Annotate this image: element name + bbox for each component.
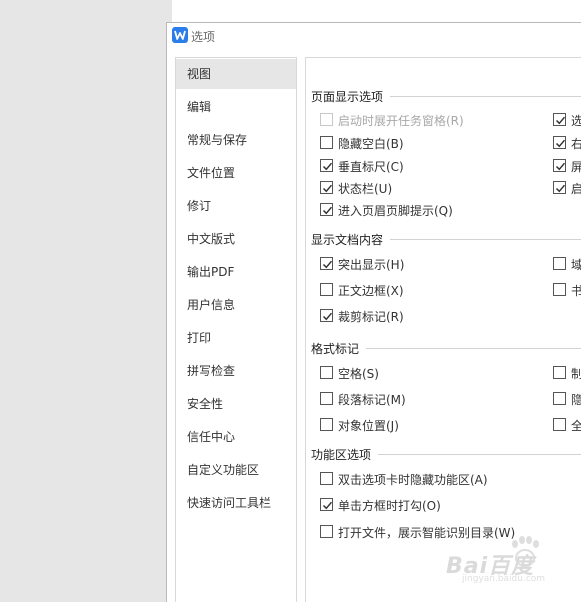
option-label: 书 — [571, 282, 581, 299]
checkbox-unchecked[interactable] — [553, 392, 566, 405]
checkbox-unchecked[interactable] — [320, 472, 333, 485]
checkbox-checked[interactable] — [553, 113, 566, 126]
checkbox-checked[interactable] — [553, 136, 566, 149]
option-label: 进入页眉页脚提示(Q) — [338, 204, 453, 218]
sidebar-item[interactable]: 自定义功能区 — [176, 455, 296, 485]
checkbox-checked[interactable] — [320, 257, 333, 270]
checkbox-checked[interactable] — [553, 159, 566, 172]
option-label: 垂直标尺(C) — [338, 160, 404, 174]
checkbox-unchecked — [320, 113, 333, 126]
sidebar-item[interactable]: 信任中心 — [176, 422, 296, 452]
background-window — [172, 0, 581, 22]
option-label: 突出显示(H) — [338, 258, 405, 272]
option-label: 屏 — [571, 158, 581, 175]
sidebar-item[interactable]: 编辑 — [176, 92, 296, 122]
checkbox-unchecked[interactable] — [320, 283, 333, 296]
checkbox-checked[interactable] — [320, 203, 333, 216]
checkbox-unchecked[interactable] — [553, 257, 566, 270]
sidebar-item[interactable]: 修订 — [176, 191, 296, 221]
section-title: 显示文档内容 — [311, 231, 388, 248]
section-title: 功能区选项 — [311, 446, 376, 463]
option-label: 隐藏空白(B) — [338, 137, 404, 151]
sidebar-item[interactable]: 视图 — [176, 59, 296, 89]
checkbox-checked[interactable] — [320, 159, 333, 172]
checkbox-checked[interactable] — [320, 498, 333, 511]
sidebar-item[interactable]: 拼写检查 — [176, 356, 296, 386]
option-label: 启动时展开任务窗格(R) — [338, 114, 464, 128]
sidebar-item[interactable]: 安全性 — [176, 389, 296, 419]
section-title: 格式标记 — [311, 340, 364, 357]
checkbox-checked[interactable] — [320, 181, 333, 194]
option-label: 启 — [571, 180, 581, 197]
option-label: 选 — [571, 112, 581, 129]
sidebar-nav: 视图 编辑 常规与保存 文件位置 修订 中文版式 输出PDF 用户信息 打印 拼写检查 安全性 信任中… — [175, 57, 297, 602]
section-divider — [390, 239, 581, 240]
option-label: 单击方框时打勾(O) — [338, 499, 441, 513]
watermark-url: jingyan.baidu.com — [462, 574, 546, 584]
section-divider — [390, 96, 581, 97]
section-title: 页面显示选项 — [311, 88, 388, 105]
checkbox-checked[interactable] — [553, 181, 566, 194]
section-divider — [366, 348, 581, 349]
option-label: 全 — [571, 417, 581, 434]
sidebar-item[interactable]: 快速访问工具栏 — [176, 488, 296, 518]
option-label: 制 — [571, 365, 581, 382]
checkbox-unchecked[interactable] — [320, 392, 333, 405]
option-label: 正文边框(X) — [338, 284, 404, 298]
view-settings-panel: 页面显示选项启动时展开任务窗格(R) 隐藏空白(B) 垂直标尺(C) 状态栏(U) 进入… — [305, 57, 581, 602]
title-bar[interactable]: 选项 — [167, 23, 581, 49]
section-divider — [378, 454, 581, 455]
checkbox-unchecked[interactable] — [320, 366, 333, 379]
option-label: 右 — [571, 135, 581, 152]
option-label: 状态栏(U) — [338, 182, 393, 196]
option-label: 隐 — [571, 391, 581, 408]
sidebar-item[interactable]: 打印 — [176, 323, 296, 353]
sidebar-item[interactable]: 中文版式 — [176, 224, 296, 254]
checkbox-checked[interactable] — [320, 309, 333, 322]
option-label: 空格(S) — [338, 367, 379, 381]
wps-logo-icon — [172, 27, 188, 43]
option-label: 段落标记(M) — [338, 393, 406, 407]
option-label: 域 — [571, 256, 581, 273]
window-title: 选项 — [191, 30, 216, 44]
checkbox-unchecked[interactable] — [320, 418, 333, 431]
checkbox-unchecked[interactable] — [553, 283, 566, 296]
checkbox-unchecked[interactable] — [553, 418, 566, 431]
checkbox-unchecked[interactable] — [553, 366, 566, 379]
sidebar-item[interactable]: 输出PDF — [176, 257, 296, 287]
option-label: 双击选项卡时隐藏功能区(A) — [338, 473, 488, 487]
checkbox-unchecked[interactable] — [320, 525, 333, 538]
baidu-watermark: Bai百度 jingyan.baidu.com — [440, 530, 581, 592]
checkbox-unchecked[interactable] — [320, 136, 333, 149]
option-label: 对象位置(J) — [338, 419, 399, 433]
sidebar-item[interactable]: 常规与保存 — [176, 125, 296, 155]
option-label: 裁剪标记(R) — [338, 310, 404, 324]
sidebar-item[interactable]: 文件位置 — [176, 158, 296, 188]
sidebar-item[interactable]: 用户信息 — [176, 290, 296, 320]
options-dialog: 选项 视图 编辑 常规与保存 文件位置 修订 中文版式 输出PDF 用户信息 打印 拼写检查 安全性… — [166, 22, 581, 602]
